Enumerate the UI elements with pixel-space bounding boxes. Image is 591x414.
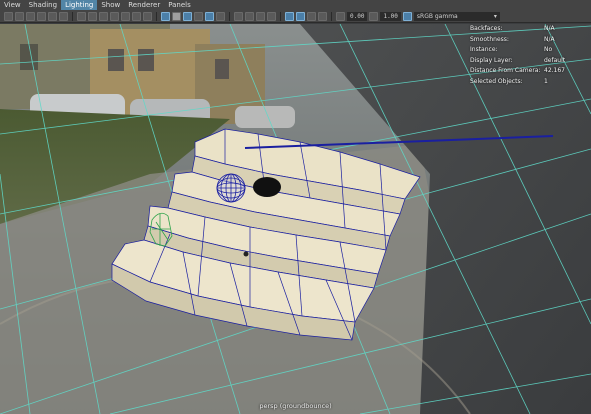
gate-mask-icon[interactable]: [110, 11, 119, 21]
gamma-field[interactable]: 1.00: [380, 11, 401, 21]
sphere-shadow: [253, 177, 281, 197]
camera-name-label: persp (groundbounce): [259, 402, 332, 410]
window: [215, 59, 229, 79]
hud-value: 42.167: [544, 67, 565, 74]
xray-icon[interactable]: [296, 11, 305, 21]
hud-value: N/A: [544, 25, 555, 32]
hud-value: 1: [544, 77, 548, 85]
2d-pan-zoom-icon[interactable]: [48, 11, 57, 21]
film-gate-icon[interactable]: [88, 11, 97, 21]
hud-label: Backfaces:: [470, 25, 503, 32]
maya-viewport-window: View Shading Lighting Show Renderer Pane…: [0, 0, 591, 414]
menu-panels[interactable]: Panels: [164, 0, 195, 10]
hud-value: default: [544, 56, 566, 64]
toolbar-separator: [280, 11, 281, 21]
menu-renderer[interactable]: Renderer: [124, 0, 164, 10]
anti-aliasing-icon[interactable]: [256, 11, 265, 21]
menu-shading[interactable]: Shading: [25, 0, 61, 10]
hud-label: Instance:: [470, 46, 498, 53]
safe-title-icon[interactable]: [143, 11, 152, 21]
hud-row-display-layer: Display Layer: default: [470, 56, 590, 67]
window: [138, 49, 154, 71]
menu-show[interactable]: Show: [97, 0, 124, 10]
pivot-marker: [243, 251, 249, 257]
grease-pencil-icon[interactable]: [59, 11, 68, 21]
motion-blur-icon[interactable]: [245, 11, 254, 21]
gamma-icon[interactable]: [369, 11, 379, 21]
bookmark-icon[interactable]: [26, 11, 35, 21]
menu-lighting[interactable]: Lighting: [61, 0, 98, 10]
view-transform-dropdown[interactable]: sRGB gamma ▾: [413, 11, 500, 21]
heads-up-display: Backfaces: N/A Smoothness: N/A Instance:…: [470, 24, 590, 87]
image-plane-icon[interactable]: [37, 11, 46, 21]
wireframe-on-shaded-icon[interactable]: [183, 11, 192, 21]
toolbar-separator: [156, 11, 157, 21]
camera-attributes-icon[interactable]: [15, 11, 24, 21]
depth-of-field-icon[interactable]: [267, 11, 276, 21]
grid-toggle-icon[interactable]: [77, 11, 86, 21]
wireframe-icon[interactable]: [161, 11, 170, 21]
hud-label: Smoothness:: [470, 35, 509, 43]
hud-value: N/A: [544, 35, 555, 43]
exposure-icon[interactable]: [336, 11, 345, 21]
safe-action-icon[interactable]: [132, 11, 141, 21]
xray-active-icon[interactable]: [307, 11, 316, 21]
use-all-lights-icon[interactable]: [205, 11, 214, 21]
select-camera-icon[interactable]: [4, 11, 13, 21]
hud-row-backfaces: Backfaces: N/A: [470, 24, 590, 35]
wireframe-sphere: [216, 173, 246, 203]
toolbar-separator: [72, 11, 73, 21]
shadows-icon[interactable]: [216, 11, 225, 21]
hud-row-smoothness: Smoothness: N/A: [470, 35, 590, 46]
textured-icon[interactable]: [194, 11, 203, 21]
field-chart-icon[interactable]: [121, 11, 130, 21]
viewport-toolbar: 0.00 1.00 sRGB gamma ▾: [0, 10, 591, 23]
toolbar-separator: [229, 11, 230, 21]
window: [20, 44, 38, 70]
menu-view[interactable]: View: [0, 0, 25, 10]
chevron-down-icon: ▾: [493, 12, 497, 20]
hud-label: Distance From Camera:: [470, 67, 541, 74]
hud-row-distance: Distance From Camera: 42.167: [470, 66, 590, 77]
xray-joints-icon[interactable]: [318, 11, 327, 21]
viewport-menu-bar: View Shading Lighting Show Renderer Pane…: [0, 0, 591, 10]
color-management-icon[interactable]: [402, 11, 412, 21]
hud-value: No: [544, 46, 553, 53]
exposure-field[interactable]: 0.00: [347, 11, 368, 21]
isolate-select-icon[interactable]: [285, 11, 294, 21]
view-transform-value: sRGB gamma: [416, 12, 458, 20]
toolbar-separator: [331, 11, 332, 21]
smooth-shade-icon[interactable]: [172, 11, 181, 21]
screen-space-ao-icon[interactable]: [234, 11, 243, 21]
window: [108, 49, 124, 71]
resolution-gate-icon[interactable]: [99, 11, 108, 21]
hud-row-selected-objects: Selected Objects: 1: [470, 77, 590, 88]
hud-label: Selected Objects:: [470, 77, 523, 85]
hud-label: Display Layer:: [470, 56, 513, 64]
hud-row-instance: Instance: No: [470, 45, 590, 56]
